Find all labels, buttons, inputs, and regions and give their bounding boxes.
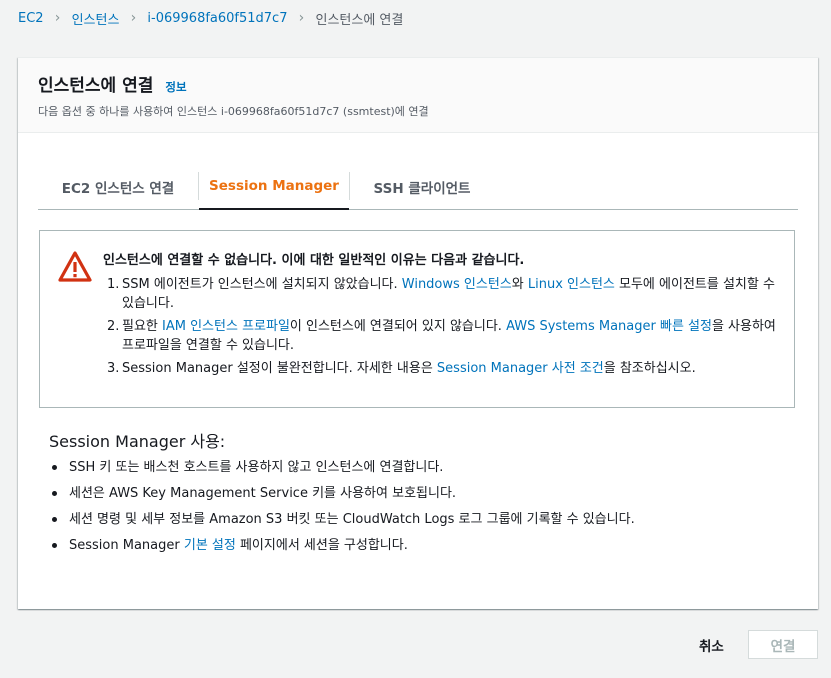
list-text: SSM 에이전트가 인스턴스에 설치되지 않았습니다.: [122, 277, 402, 292]
list-item: 세션은 AWS Key Management Service 키를 사용하여 보…: [49, 483, 635, 509]
list-item: 3. Session Manager 설정이 불완전합니다. 자세한 내용은 S…: [107, 359, 779, 378]
breadcrumb-instances[interactable]: 인스턴스: [72, 9, 120, 28]
list-number: 1.: [107, 277, 120, 292]
page-title: 인스턴스에 연결: [38, 76, 154, 96]
panel-header: 인스턴스에 연결 정보 다음 옵션 중 하나를 사용하여 인스턴스 i-0699…: [18, 58, 818, 133]
list-text: 페이지에서 세션을 구성합니다.: [235, 538, 408, 553]
windows-instances-link[interactable]: Windows 인스턴스: [402, 277, 512, 292]
list-item: Session Manager 기본 설정 페이지에서 세션을 구성합니다.: [49, 535, 635, 561]
prerequisites-link[interactable]: Session Manager 사전 조건: [437, 361, 604, 376]
bullet-icon: [52, 465, 57, 470]
panel-description: 다음 옵션 중 하나를 사용하여 인스턴스 i-069968fa60f51d7c…: [38, 105, 429, 118]
list-text: Session Manager: [69, 538, 184, 553]
chevron-right-icon: ›: [130, 10, 137, 26]
tab-list: EC2 인스턴스 연결 Session Manager SSH 클라이언트: [38, 164, 798, 210]
breadcrumb-ec2[interactable]: EC2: [18, 11, 44, 26]
list-item: 세션 명령 및 세부 정보를 Amazon S3 버킷 또는 CloudWatc…: [49, 509, 635, 535]
list-item: SSH 키 또는 배스천 호스트를 사용하지 않고 인스턴스에 연결합니다.: [49, 457, 635, 483]
alert-title: 인스턴스에 연결할 수 없습니다. 이에 대한 일반적인 이유는 다음과 같습니…: [103, 253, 525, 268]
connect-button[interactable]: 연결: [748, 630, 818, 659]
cancel-button[interactable]: 취소: [699, 635, 724, 655]
bullet-icon: [52, 517, 57, 522]
list-text: Session Manager 설정이 불완전합니다. 자세한 내용은: [122, 361, 437, 376]
tab-ssh-client[interactable]: SSH 클라이언트: [350, 164, 494, 209]
iam-instance-profile-link[interactable]: IAM 인스턴스 프로파일: [162, 319, 290, 334]
warning-icon: [58, 251, 92, 282]
tab-ec2-instance-connect[interactable]: EC2 인스턴스 연결: [38, 164, 198, 209]
chevron-right-icon: ›: [298, 10, 305, 26]
linux-instances-link[interactable]: Linux 인스턴스: [528, 277, 615, 292]
breadcrumb-current: 인스턴스에 연결: [315, 12, 404, 28]
bullet-icon: [52, 543, 57, 548]
list-number: 2.: [107, 319, 120, 334]
list-text: 필요한: [122, 319, 163, 334]
list-text: 세션은 AWS Key Management Service 키를 사용하여 보…: [69, 486, 457, 501]
list-text: SSH 키 또는 배스천 호스트를 사용하지 않고 인스턴스에 연결합니다.: [69, 460, 444, 475]
warning-alert: 인스턴스에 연결할 수 없습니다. 이에 대한 일반적인 이유는 다음과 같습니…: [39, 230, 795, 408]
list-item: 1. SSM 에이전트가 인스턴스에 설치되지 않았습니다. Windows 인…: [107, 275, 779, 313]
usage-title: Session Manager 사용:: [49, 432, 226, 451]
list-number: 3.: [107, 361, 120, 376]
list-text: 세션 명령 및 세부 정보를 Amazon S3 버킷 또는 CloudWatc…: [69, 512, 635, 527]
preferences-link[interactable]: 기본 설정: [184, 538, 236, 553]
list-text: 을 참조하십시오.: [603, 361, 696, 376]
list-item: 2. 필요한 IAM 인스턴스 프로파일이 인스턴스에 연결되어 있지 않습니다…: [107, 317, 779, 355]
breadcrumb: EC2 › 인스턴스 › i-069968fa60f51d7c7 › 인스턴스에…: [18, 8, 403, 28]
tab-session-manager[interactable]: Session Manager: [199, 164, 349, 210]
quick-setup-link[interactable]: AWS Systems Manager 빠른 설정: [506, 319, 712, 334]
list-text: 와: [511, 277, 528, 292]
chevron-right-icon: ›: [54, 10, 61, 26]
alert-reasons-list: 1. SSM 에이전트가 인스턴스에 설치되지 않았습니다. Windows 인…: [107, 275, 779, 382]
usage-list: SSH 키 또는 배스천 호스트를 사용하지 않고 인스턴스에 연결합니다. 세…: [49, 457, 635, 561]
connect-panel: 인스턴스에 연결 정보 다음 옵션 중 하나를 사용하여 인스턴스 i-0699…: [18, 57, 818, 609]
breadcrumb-instance-id[interactable]: i-069968fa60f51d7c7: [147, 11, 287, 26]
info-link[interactable]: 정보: [165, 79, 186, 95]
list-text: 이 인스턴스에 연결되어 있지 않습니다.: [289, 319, 507, 334]
bullet-icon: [52, 491, 57, 496]
